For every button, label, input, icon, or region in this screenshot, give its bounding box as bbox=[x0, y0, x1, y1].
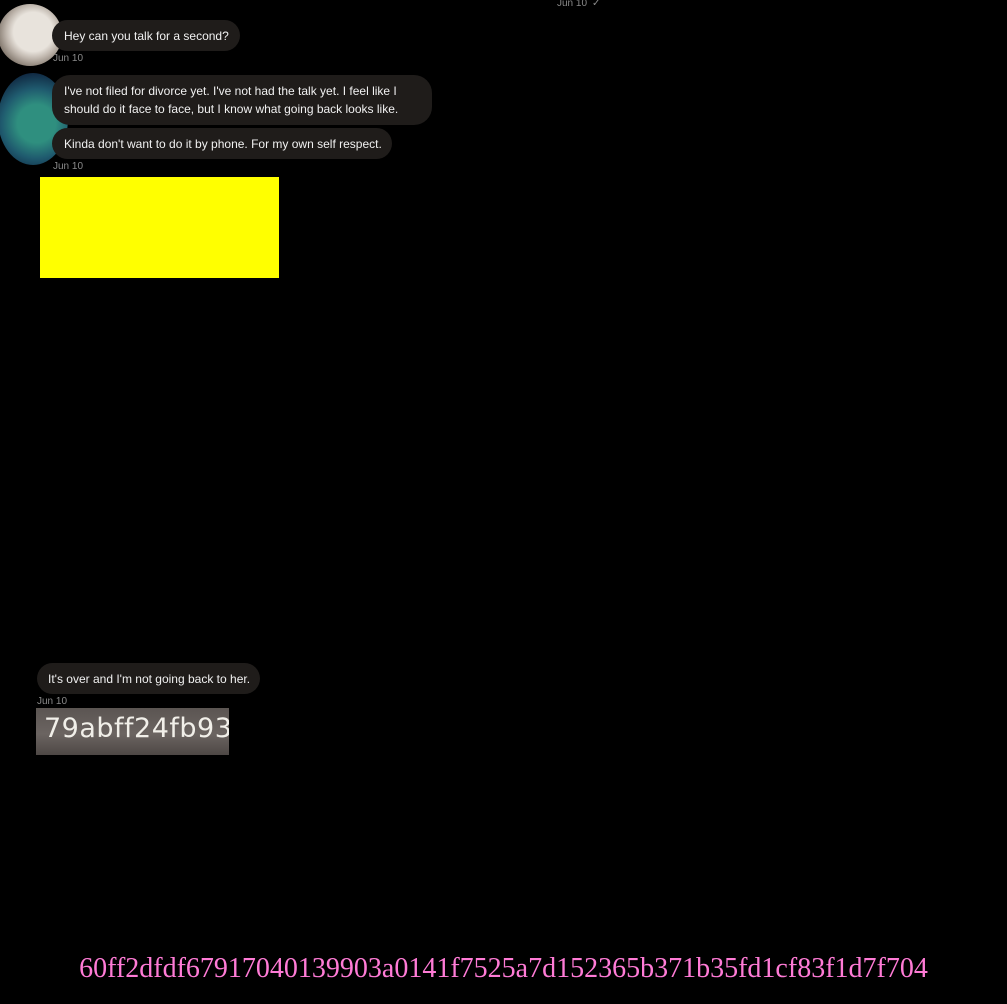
top-status-date: Jun 10 bbox=[557, 0, 588, 9]
message-timestamp: Jun 10 bbox=[53, 161, 84, 172]
read-check-icon: ✓ bbox=[592, 0, 601, 9]
media-attachment-photo[interactable]: 79abff24fb93 bbox=[36, 708, 229, 755]
photo-text: 79abff24fb93 bbox=[44, 713, 229, 744]
message-bubble[interactable]: It's over and I'm not going back to her. bbox=[37, 663, 261, 694]
media-attachment[interactable] bbox=[40, 177, 279, 278]
message-bubble[interactable]: Hey can you talk for a second? bbox=[52, 20, 240, 51]
message-bubble[interactable]: I've not filed for divorce yet. I've not… bbox=[52, 75, 432, 125]
top-status: Jun 10 ✓ bbox=[557, 0, 600, 9]
message-bubble[interactable]: Kinda don't want to do it by phone. For … bbox=[52, 128, 392, 159]
message-timestamp: Jun 10 bbox=[53, 53, 84, 64]
footer-hash: 60ff2dfdf67917040139903a0141f7525a7d1523… bbox=[79, 953, 928, 984]
message-timestamp: Jun 10 bbox=[37, 696, 68, 707]
